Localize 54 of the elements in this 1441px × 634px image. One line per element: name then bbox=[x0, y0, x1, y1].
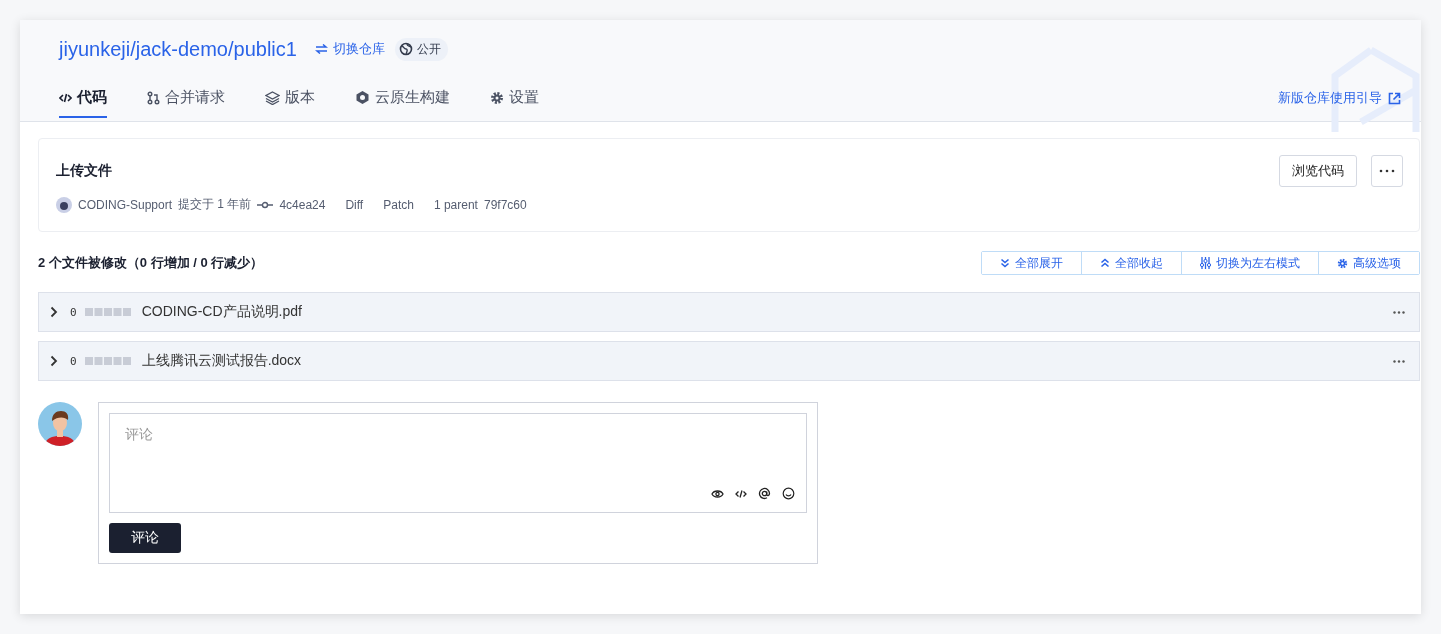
nav-tab[interactable]: 设置 bbox=[490, 82, 539, 118]
nav-tab[interactable]: 合并请求 bbox=[147, 82, 225, 118]
double-chevron-up-icon[interactable] bbox=[1100, 258, 1110, 268]
commit-author: CODING-Support bbox=[78, 197, 173, 212]
code-icon[interactable] bbox=[59, 91, 72, 104]
commit-title: 上传文件 bbox=[56, 162, 112, 180]
chevron-icon[interactable] bbox=[50, 355, 58, 367]
repo-path-link[interactable]: jiyunkeji/jack-demo/public1 bbox=[59, 37, 297, 61]
diff-link[interactable]: Diff bbox=[345, 197, 364, 212]
comment-submit-button[interactable]: 评论 bbox=[109, 523, 181, 553]
patch-link[interactable]: Patch bbox=[383, 197, 414, 212]
mention-at-icon[interactable] bbox=[758, 487, 771, 500]
comment-input-field[interactable]: 评论 bbox=[109, 413, 807, 513]
change-count: 0 bbox=[70, 305, 77, 319]
hexagon-icon[interactable] bbox=[355, 90, 370, 105]
author-avatar-icon bbox=[56, 196, 72, 213]
external-link-icon[interactable] bbox=[1388, 91, 1401, 105]
visibility-badge: 公开 bbox=[394, 37, 448, 61]
more-icon[interactable] bbox=[1393, 359, 1405, 363]
file-row[interactable]: 0 上线腾讯云测试报告.docx bbox=[38, 341, 1420, 381]
chevron-icon[interactable] bbox=[50, 306, 58, 318]
diff-action-button[interactable]: 高级选项 bbox=[1318, 252, 1419, 274]
change-count: 0 bbox=[70, 354, 77, 368]
emoji-smile-icon[interactable] bbox=[782, 487, 795, 500]
sliders-icon[interactable] bbox=[1200, 257, 1211, 269]
merge-request-icon[interactable] bbox=[147, 90, 160, 105]
diff-stat-blocks-icon bbox=[84, 308, 131, 316]
commit-time: 提交于 1 年前 bbox=[178, 196, 252, 213]
more-icon[interactable] bbox=[1393, 310, 1405, 314]
settings-icon[interactable] bbox=[1337, 257, 1348, 269]
guide-link[interactable]: 新版仓库使用引导 bbox=[1278, 89, 1401, 118]
file-row[interactable]: 0 CODING-CD产品说明.pdf bbox=[38, 292, 1420, 332]
diff-stat-blocks-icon bbox=[84, 357, 131, 365]
parent-hash-link[interactable]: 79f7c60 bbox=[483, 197, 527, 212]
parent-label: 1 parent bbox=[433, 197, 478, 212]
nav-tab[interactable]: 代码 bbox=[59, 82, 107, 118]
user-avatar-icon bbox=[38, 402, 82, 446]
file-name: 上线腾讯云测试报告.docx bbox=[141, 352, 303, 370]
preview-eye-icon[interactable] bbox=[711, 488, 724, 499]
commit-hash-link[interactable]: 4c4ea24 bbox=[279, 197, 326, 212]
ellipsis-icon[interactable] bbox=[1379, 169, 1395, 173]
settings-icon[interactable] bbox=[490, 90, 504, 105]
swap-arrows-icon[interactable] bbox=[314, 44, 328, 54]
file-name: CODING-CD产品说明.pdf bbox=[141, 303, 303, 321]
commit-node-icon bbox=[257, 200, 274, 209]
nav-tab[interactable]: 版本 bbox=[265, 82, 315, 118]
change-summary: 2 个文件被修改（0 行增加 / 0 行减少） bbox=[38, 254, 264, 272]
double-chevron-down-icon[interactable] bbox=[1000, 258, 1010, 268]
nav-tab[interactable]: 云原生构建 bbox=[355, 82, 450, 118]
browse-code-button[interactable]: 浏览代码 bbox=[1279, 155, 1357, 187]
switch-repo-link[interactable]: 切换仓库 bbox=[314, 40, 385, 58]
layers-icon[interactable] bbox=[265, 90, 280, 105]
code-icon[interactable] bbox=[735, 488, 747, 499]
globe-icon bbox=[398, 42, 413, 56]
